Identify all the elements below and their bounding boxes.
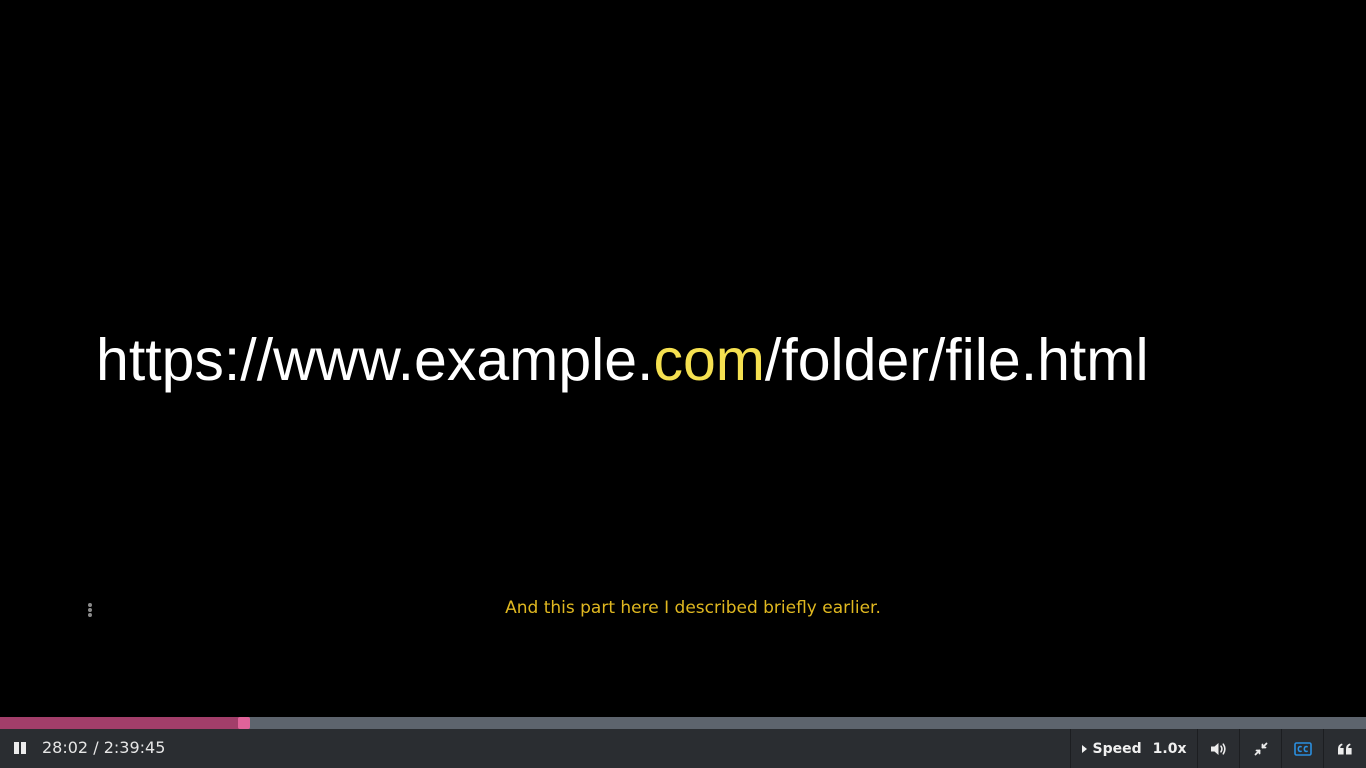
caption-text: And this part here I described briefly e…	[505, 598, 881, 618]
url-highlight: com	[653, 327, 765, 393]
progress-bar[interactable]	[0, 717, 1366, 729]
pause-icon	[14, 742, 26, 754]
right-controls: Speed 1.0x	[1070, 729, 1366, 768]
closed-captions-icon	[1293, 741, 1312, 756]
slide-url-text: https://www.example.com/folder/file.html	[96, 326, 1149, 394]
exit-fullscreen-button[interactable]	[1239, 729, 1281, 768]
video-frame[interactable]: https://www.example.com/folder/file.html…	[0, 0, 1366, 717]
speed-button[interactable]: Speed 1.0x	[1070, 729, 1197, 768]
video-player: https://www.example.com/folder/file.html…	[0, 0, 1366, 768]
quote-icon	[1338, 743, 1352, 754]
time-display: 28:02 / 2:39:45	[42, 738, 165, 757]
duration: 2:39:45	[103, 738, 166, 757]
current-time: 28:02	[42, 738, 89, 757]
time-separator: /	[93, 738, 99, 757]
caret-right-icon	[1081, 744, 1087, 753]
speed-value: 1.0x	[1152, 740, 1187, 757]
volume-icon	[1210, 742, 1226, 755]
pause-button[interactable]	[12, 739, 28, 757]
volume-button[interactable]	[1197, 729, 1239, 768]
control-bar: 28:02 / 2:39:45 Speed 1.0x	[0, 729, 1366, 768]
progress-handle[interactable]	[238, 717, 250, 729]
url-prefix: https://www.example.	[96, 327, 654, 393]
closed-captions-button[interactable]	[1281, 729, 1323, 768]
exit-fullscreen-icon	[1254, 742, 1267, 755]
transcript-button[interactable]	[1323, 729, 1366, 768]
url-suffix: /folder/file.html	[764, 327, 1149, 393]
speed-label: Speed	[1092, 740, 1142, 757]
progress-played	[0, 717, 240, 729]
